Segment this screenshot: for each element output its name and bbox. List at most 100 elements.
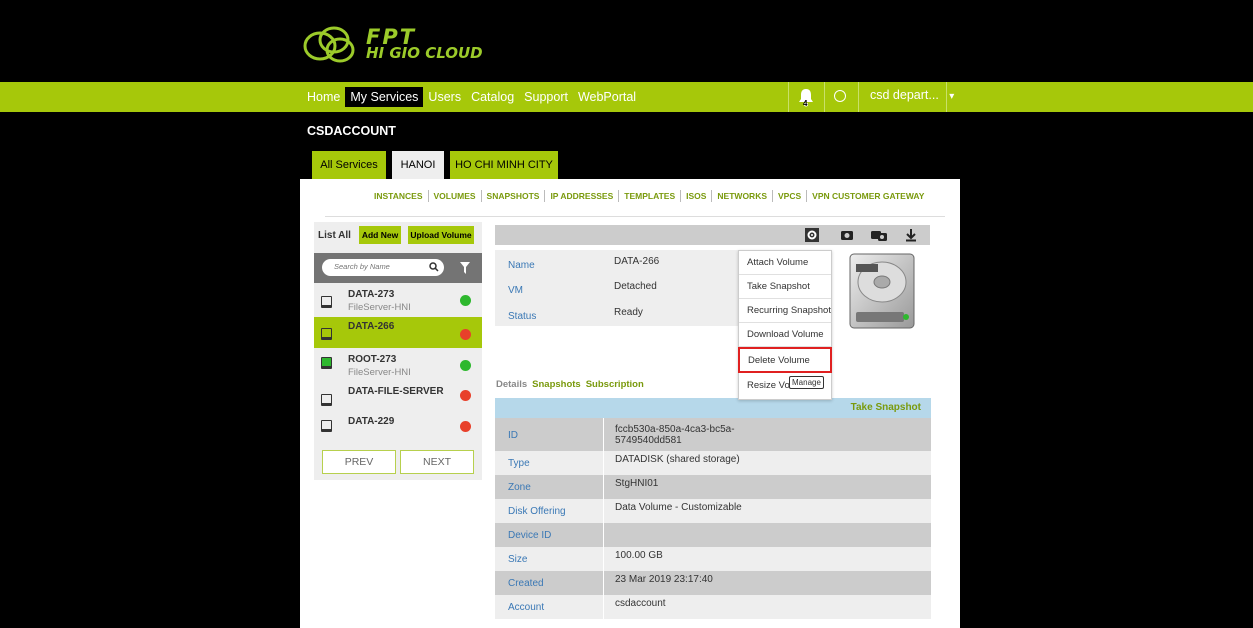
tab-details[interactable]: Details — [496, 379, 527, 390]
brand-name: FPT — [366, 24, 417, 49]
table-row: Disk Offering Data Volume - Customizable — [495, 499, 931, 523]
row-value: DATADISK (shared storage) — [615, 454, 740, 465]
main-nav: Home My Services Users Catalog Support W… — [302, 86, 641, 108]
column-divider — [603, 547, 604, 571]
divider — [325, 216, 945, 217]
table-row: Type DATADISK (shared storage) — [495, 451, 931, 475]
volume-item-data-273[interactable]: DATA-273 FileServer-HNI — [314, 285, 482, 317]
tab-all-services[interactable]: All Services — [312, 151, 386, 179]
subnav-isos[interactable]: ISOS — [680, 190, 711, 202]
snapshot-schedule-icon[interactable] — [870, 228, 888, 242]
account-name: CSDACCOUNT — [307, 124, 396, 138]
column-divider — [603, 595, 604, 619]
row-label: Account — [508, 602, 545, 613]
logo-mark-icon — [303, 26, 355, 63]
nav-divider — [858, 82, 859, 112]
table-row: Created 23 Mar 2019 23:17:40 — [495, 571, 931, 595]
volume-item-data-266[interactable]: DATA-266 — [314, 317, 482, 348]
table-row: ID fccb530a-850a-4ca3-bc5a-5749540dd581 — [495, 418, 931, 451]
volume-name: DATA-273 — [348, 289, 395, 300]
user-name: csd depart... — [870, 88, 939, 102]
filter-icon[interactable] — [460, 262, 470, 274]
chevron-down-icon: ▾ — [949, 91, 955, 102]
brand-subtitle: HI GIO CLOUD — [366, 43, 483, 62]
status-dot-icon — [460, 295, 471, 306]
column-divider — [603, 475, 604, 499]
nav-divider — [824, 82, 825, 112]
user-menu[interactable]: csd depart... ▾ — [870, 88, 954, 102]
row-label: ID — [508, 430, 518, 441]
subnav-volumes[interactable]: VOLUMES — [427, 190, 481, 202]
volume-name: ROOT-273 — [348, 354, 397, 365]
subnav-ip-addresses[interactable]: IP ADDRESSES — [544, 190, 618, 202]
volume-name: DATA-FILE-SERVER — [348, 386, 444, 397]
table-header-row: Take Snapshot — [495, 398, 931, 418]
row-label: Device ID — [508, 530, 552, 541]
download-icon[interactable] — [904, 228, 918, 242]
gear-icon[interactable] — [805, 228, 819, 242]
list-all-label[interactable]: List All — [318, 230, 351, 241]
camera-icon[interactable] — [840, 228, 854, 242]
take-snapshot-link[interactable]: Take Snapshot — [851, 402, 921, 413]
row-value: 23 Mar 2019 23:17:40 — [615, 574, 713, 585]
vm-value: Detached — [614, 281, 657, 292]
tab-ho-chi-minh-city[interactable]: HO CHI MINH CITY — [450, 151, 558, 179]
name-label: Name — [508, 260, 535, 271]
row-value: 100.00 GB — [615, 550, 663, 561]
upload-volume-button[interactable]: Upload Volume — [408, 226, 474, 244]
row-value: fccb530a-850a-4ca3-bc5a-5749540dd581 — [615, 424, 735, 446]
detail-tabs: Details Snapshots Subscription — [496, 379, 644, 390]
nav-divider — [788, 82, 789, 112]
row-label: Zone — [508, 482, 531, 493]
row-value: Data Volume - Customizable — [615, 502, 742, 513]
notification-count: 4 — [803, 99, 808, 108]
subnav-templates[interactable]: TEMPLATES — [618, 190, 680, 202]
nav-my-services[interactable]: My Services — [345, 87, 424, 107]
subnav-vpcs[interactable]: VPCS — [772, 190, 806, 202]
subnav-vpn-customer-gateway[interactable]: VPN CUSTOMER GATEWAY — [806, 190, 929, 202]
prev-button[interactable]: PREV — [322, 450, 396, 474]
row-label: Disk Offering — [508, 506, 566, 517]
column-divider — [603, 451, 604, 475]
search-icon[interactable] — [429, 262, 439, 272]
status-label: Status — [508, 311, 537, 322]
nav-webportal[interactable]: WebPortal — [573, 87, 641, 107]
subnav-networks[interactable]: NETWORKS — [711, 190, 772, 202]
row-label: Size — [508, 554, 528, 565]
status-value: Ready — [614, 307, 643, 318]
nav-support[interactable]: Support — [519, 87, 573, 107]
menu-take-snapshot[interactable]: Take Snapshot — [739, 275, 831, 299]
menu-recurring-snapshot[interactable]: Recurring Snapshot — [739, 299, 831, 323]
menu-delete-volume[interactable]: Delete Volume — [738, 347, 832, 373]
status-check-icon[interactable] — [834, 90, 846, 102]
nav-home[interactable]: Home — [302, 87, 345, 107]
subnav-snapshots[interactable]: SNAPSHOTS — [480, 190, 545, 202]
tooltip-manage: Manage — [789, 376, 824, 389]
row-value: csdaccount — [615, 598, 666, 609]
status-dot-icon — [460, 360, 471, 371]
volume-icon — [321, 328, 332, 340]
search-box — [322, 259, 444, 276]
row-label: Created — [508, 578, 544, 589]
volume-item-data-229[interactable]: DATA-229 — [314, 412, 482, 442]
tab-snapshots[interactable]: Snapshots — [532, 379, 581, 390]
column-divider — [603, 523, 604, 547]
volume-item-data-file-server[interactable]: DATA-FILE-SERVER — [314, 382, 482, 412]
add-new-button[interactable]: Add New — [359, 226, 401, 244]
volume-name: DATA-229 — [348, 416, 395, 427]
volume-toolbar — [495, 225, 930, 245]
name-value: DATA-266 — [614, 256, 660, 267]
brand-logo: FPT HI GIO CLOUD — [300, 22, 483, 66]
nav-users[interactable]: Users — [423, 87, 466, 107]
search-input[interactable] — [334, 262, 424, 271]
tab-hanoi[interactable]: HANOI — [392, 151, 444, 179]
volume-item-root-273[interactable]: ROOT-273 FileServer-HNI — [314, 350, 482, 382]
subnav-instances[interactable]: INSTANCES — [369, 190, 428, 202]
table-row: Zone StgHNI01 — [495, 475, 931, 499]
tab-subscription[interactable]: Subscription — [586, 379, 644, 390]
menu-download-volume[interactable]: Download Volume — [739, 323, 831, 347]
nav-catalog[interactable]: Catalog — [466, 87, 519, 107]
table-row: Account csdaccount — [495, 595, 931, 619]
menu-attach-volume[interactable]: Attach Volume — [739, 251, 831, 275]
next-button[interactable]: NEXT — [400, 450, 474, 474]
